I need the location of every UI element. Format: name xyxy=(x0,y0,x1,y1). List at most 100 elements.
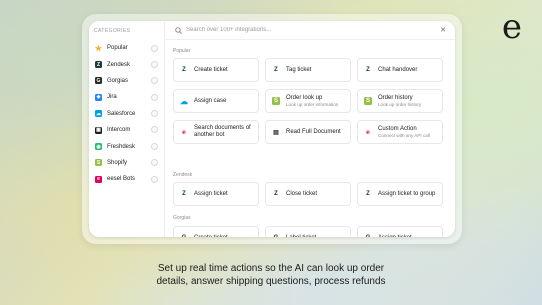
caption: Set up real time actions so the AI can l… xyxy=(0,262,542,288)
category-list: ★ Popular Z Zendesk G Gorgias ◆ Jira ☁ Salesforce… xyxy=(89,40,164,188)
gorgias-icon: G xyxy=(180,234,188,237)
category-radio[interactable] xyxy=(151,44,158,52)
card-subtitle: Connect with any API call xyxy=(378,132,430,138)
card-title: Assign ticket xyxy=(194,190,228,197)
card-title: Create ticket xyxy=(194,66,228,73)
sidebar-item-label: Popular xyxy=(107,45,128,52)
card-title: Read Full Document xyxy=(286,128,341,135)
card-subtitle: Look up order history xyxy=(378,101,422,107)
action-card-chat-handover[interactable]: Z Chat handover xyxy=(357,58,443,82)
sidebar-item-popular[interactable]: ★ Popular xyxy=(89,40,164,56)
card-title: Assign case xyxy=(194,97,227,104)
action-card-create-ticket[interactable]: Z Create ticket xyxy=(173,58,259,82)
gorgias-icon: G xyxy=(272,234,280,237)
sidebar-title: CATEGORIES xyxy=(94,28,131,34)
sidebar-item-salesforce[interactable]: ☁ Salesforce xyxy=(89,106,164,122)
category-radio[interactable] xyxy=(151,60,158,68)
card-title: Chat handover xyxy=(378,66,418,73)
jira-icon: ◆ xyxy=(95,93,102,101)
gorgias-icon: G xyxy=(364,234,372,237)
category-radio[interactable] xyxy=(151,142,158,150)
zendesk-icon: Z xyxy=(274,191,278,197)
category-radio[interactable] xyxy=(151,110,158,118)
sidebar-item-zendesk[interactable]: Z Zendesk xyxy=(89,56,164,72)
zendesk-icon: Z xyxy=(182,67,186,73)
action-card-assign-ticket-to-group[interactable]: Z Assign ticket to group xyxy=(357,182,443,206)
eesel-logo: e xyxy=(501,7,522,47)
freshdesk-icon: ◉ xyxy=(95,143,102,151)
salesforce-icon: ☁ xyxy=(95,110,102,118)
section-label-zendesk: Zendesk xyxy=(173,172,193,178)
action-card-custom-action[interactable]: e Custom Action Connect with any API call xyxy=(357,120,443,144)
sidebar-item-label: Gorgias xyxy=(107,77,129,84)
action-card-tag-ticket[interactable]: Z Tag ticket xyxy=(265,58,351,82)
category-radio[interactable] xyxy=(151,77,158,85)
integrations-main: ✕ Popular Z Create ticket Z Tag ticket Z Chat … xyxy=(166,21,455,237)
card-title: Label ticket xyxy=(286,235,316,238)
action-card-assign-case[interactable]: ☁ Assign case xyxy=(173,89,259,113)
category-radio[interactable] xyxy=(151,175,158,183)
sidebar-item-shopify[interactable]: S Shopify xyxy=(89,155,164,171)
zendesk-icon: Z xyxy=(95,61,102,69)
zendesk-icon: Z xyxy=(366,67,370,73)
section-label-gorgias: Gorgias xyxy=(173,215,191,221)
card-title: Assign ticket xyxy=(378,235,412,238)
action-card-create-ticket[interactable]: G Create ticket xyxy=(173,226,259,237)
shopify-icon: S xyxy=(95,159,102,167)
sidebar-item-label: Freshdesk xyxy=(107,143,136,150)
search-bar: ✕ xyxy=(166,21,455,40)
sidebar-item-label: Zendesk xyxy=(107,61,131,68)
close-icon[interactable]: ✕ xyxy=(440,26,446,34)
sidebar-item-label: eesel Bots xyxy=(107,176,136,183)
shopify-icon: S xyxy=(272,97,280,105)
zendesk-icon: Z xyxy=(182,191,186,197)
intercom-icon: ▦ xyxy=(95,126,102,134)
action-card-label-ticket[interactable]: G Label ticket xyxy=(265,226,351,237)
eesel-icon: e xyxy=(182,128,186,136)
gorgias-icon: G xyxy=(95,77,102,85)
action-card-assign-ticket[interactable]: G Assign ticket xyxy=(357,226,443,237)
category-radio[interactable] xyxy=(151,126,158,134)
categories-sidebar: CATEGORIES ★ Popular Z Zendesk G Gorgias ◆ Jira… xyxy=(89,21,165,237)
sidebar-item-label: Salesforce xyxy=(107,110,136,117)
search-icon xyxy=(175,26,182,34)
sidebar-item-eesel-bots[interactable]: e eesel Bots xyxy=(89,171,164,187)
action-card-close-ticket[interactable]: Z Close ticket xyxy=(265,182,351,206)
eesel-icon: e xyxy=(366,128,370,136)
card-title: Assign ticket to group xyxy=(378,190,436,197)
document-icon: ▤ xyxy=(273,129,279,136)
zendesk-icon: Z xyxy=(274,67,278,73)
action-card-assign-ticket[interactable]: Z Assign ticket xyxy=(173,182,259,206)
caption-line-1: Set up real time actions so the AI can l… xyxy=(157,263,385,274)
category-radio[interactable] xyxy=(151,159,158,167)
sidebar-item-gorgias[interactable]: G Gorgias xyxy=(89,73,164,89)
card-title: Search documents of another bot xyxy=(194,125,251,138)
sidebar-item-label: Shopify xyxy=(107,159,128,166)
sidebar-item-intercom[interactable]: ▦ Intercom xyxy=(89,122,164,138)
card-title: Custom Action xyxy=(378,125,417,132)
sidebar-item-jira[interactable]: ◆ Jira xyxy=(89,89,164,105)
sidebar-item-freshdesk[interactable]: ◉ Freshdesk xyxy=(89,138,164,154)
card-title: Create ticket xyxy=(194,235,228,238)
action-card-search-documents-of-another-bot[interactable]: e Search documents of another bot xyxy=(173,120,259,144)
eesel-icon: e xyxy=(95,175,102,183)
card-title: Close ticket xyxy=(286,190,318,197)
action-card-order-look-up[interactable]: S Order look up Look up order information xyxy=(265,89,351,113)
card-title: Tag ticket xyxy=(286,66,312,73)
sidebar-item-label: Jira xyxy=(107,94,117,101)
card-title: Order look up xyxy=(286,94,323,101)
sidebar-item-label: Intercom xyxy=(107,127,131,134)
caption-line-2: details, answer shipping questions, proc… xyxy=(156,276,386,287)
integrations-panel: CATEGORIES ★ Popular Z Zendesk G Gorgias ◆ Jira… xyxy=(89,21,455,237)
card-title: Order history xyxy=(378,94,413,101)
zendesk-icon: Z xyxy=(366,191,370,197)
action-card-read-full-document[interactable]: ▤ Read Full Document xyxy=(265,120,351,144)
card-subtitle: Look up order information xyxy=(286,101,339,107)
section-label-popular: Popular xyxy=(173,48,191,54)
shopify-icon: S xyxy=(364,97,372,105)
category-radio[interactable] xyxy=(151,93,158,101)
salesforce-icon: ☁ xyxy=(180,96,188,106)
action-card-order-history[interactable]: S Order history Look up order history xyxy=(357,89,443,113)
search-input[interactable] xyxy=(186,27,386,33)
star-icon: ★ xyxy=(94,43,103,53)
